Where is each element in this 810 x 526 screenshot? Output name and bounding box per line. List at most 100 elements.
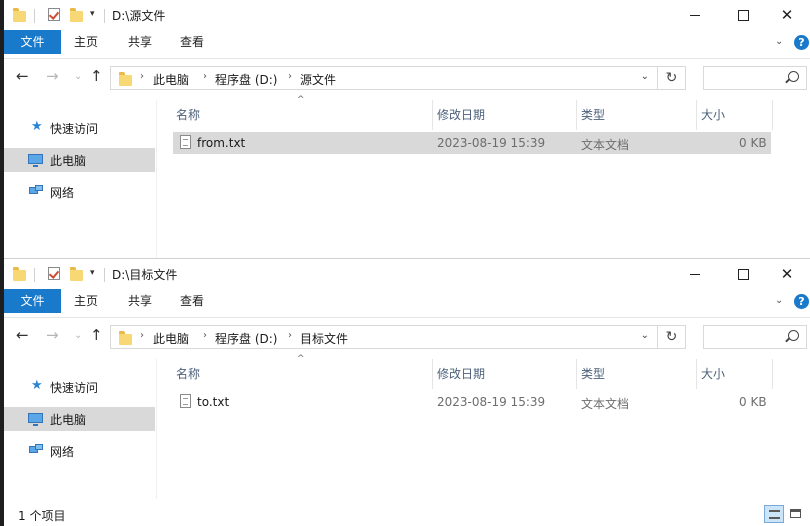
back-arrow-icon[interactable]: ← (16, 326, 29, 344)
folder-icon (119, 72, 132, 86)
tab-file[interactable]: 文件 (4, 289, 61, 313)
breadcrumb-drive[interactable]: 程序盘 (D:) (215, 330, 277, 347)
breadcrumb-drive[interactable]: 程序盘 (D:) (215, 71, 277, 88)
recent-locations-icon[interactable]: ⌄ (74, 330, 82, 341)
navigation-bar: ← → ⌄ ↑ › 此电脑 › 程序盘 (D:) › 目标文件 ⌄ ↻ (4, 317, 810, 360)
column-divider[interactable] (576, 100, 577, 130)
help-icon[interactable]: ? (794, 35, 809, 50)
column-divider[interactable] (772, 359, 773, 389)
tab-home[interactable]: 主页 (74, 30, 98, 54)
chevron-right-icon[interactable]: › (288, 330, 292, 341)
maximize-button[interactable] (720, 0, 766, 30)
chevron-right-icon[interactable]: › (140, 330, 144, 341)
new-folder-icon[interactable] (70, 8, 83, 22)
computer-icon (28, 154, 43, 167)
file-row[interactable]: from.txt 2023-08-19 15:39 文本文档 0 KB (173, 132, 771, 154)
search-box[interactable] (703, 325, 807, 349)
expand-ribbon-icon[interactable]: ⌄ (775, 36, 783, 47)
maximize-button[interactable] (720, 259, 766, 289)
breadcrumb-this-pc[interactable]: 此电脑 (153, 71, 189, 88)
tab-share[interactable]: 共享 (128, 30, 152, 54)
column-header-type[interactable]: 类型 (581, 365, 605, 382)
star-icon: ★ (31, 119, 43, 134)
text-file-icon (180, 135, 191, 149)
address-bar[interactable]: › 此电脑 › 程序盘 (D:) › 源文件 ⌄ (110, 66, 658, 90)
customize-quick-access-icon[interactable]: ▾ (90, 9, 95, 19)
nav-item-quick-access[interactable]: ★ 快速访问 (4, 375, 155, 399)
forward-arrow-icon[interactable]: → (46, 326, 59, 344)
refresh-button[interactable]: ↻ (658, 325, 686, 349)
search-box[interactable] (703, 66, 807, 90)
column-divider[interactable] (696, 100, 697, 130)
column-header-modified[interactable]: 修改日期 (437, 365, 485, 382)
chevron-right-icon[interactable]: › (288, 71, 292, 82)
tab-view[interactable]: 查看 (180, 30, 204, 54)
expand-ribbon-icon[interactable]: ⌄ (775, 295, 783, 306)
column-divider[interactable] (772, 100, 773, 130)
details-view-icon (769, 510, 780, 519)
nav-item-network[interactable]: 网络 (4, 439, 155, 463)
nav-item-network[interactable]: 网络 (4, 180, 155, 204)
file-list: ^ 名称 修改日期 类型 大小 to.txt 2023-08-19 15:39 … (156, 354, 810, 499)
tab-share[interactable]: 共享 (128, 289, 152, 313)
breadcrumb-current-folder[interactable]: 源文件 (300, 71, 336, 88)
sort-ascending-icon: ^ (297, 354, 305, 364)
column-header-name[interactable]: 名称 (176, 365, 200, 382)
new-folder-icon[interactable] (70, 267, 83, 281)
address-bar[interactable]: › 此电脑 › 程序盘 (D:) › 目标文件 ⌄ (110, 325, 658, 349)
column-header-name[interactable]: 名称 (176, 106, 200, 123)
window-title: D:\源文件 (112, 9, 166, 23)
column-header-type[interactable]: 类型 (581, 106, 605, 123)
file-size: 0 KB (739, 136, 767, 150)
nav-item-label: 此电脑 (50, 154, 87, 168)
divider (34, 9, 35, 23)
recent-locations-icon[interactable]: ⌄ (74, 71, 82, 82)
nav-item-label: 快速访问 (50, 122, 99, 136)
address-dropdown-icon[interactable]: ⌄ (641, 71, 649, 82)
file-type: 文本文档 (581, 397, 630, 411)
divider (104, 9, 105, 23)
column-divider[interactable] (432, 100, 433, 130)
navigation-pane: ★ 快速访问 此电脑 网络 (4, 100, 157, 258)
search-icon (788, 330, 799, 341)
explorer-window-target: ▾ D:\目标文件 ✕ 文件 主页 共享 查看 ⌄ ? ← → ⌄ ↑ › 此电… (4, 258, 810, 526)
text-file-icon (180, 394, 191, 408)
column-header-size[interactable]: 大小 (701, 365, 725, 382)
minimize-button[interactable] (672, 0, 718, 30)
file-row[interactable]: to.txt 2023-08-19 15:39 文本文档 0 KB (173, 391, 771, 413)
help-icon[interactable]: ? (794, 294, 809, 309)
nav-item-quick-access[interactable]: ★ 快速访问 (4, 116, 155, 140)
column-header-size[interactable]: 大小 (701, 106, 725, 123)
refresh-button[interactable]: ↻ (658, 66, 686, 90)
ribbon-tabs: 文件 主页 共享 查看 ⌄ ? (4, 30, 810, 54)
close-button[interactable]: ✕ (764, 0, 810, 30)
up-arrow-icon[interactable]: ↑ (90, 326, 103, 344)
address-dropdown-icon[interactable]: ⌄ (641, 330, 649, 341)
back-arrow-icon[interactable]: ← (16, 67, 29, 85)
nav-item-label: 快速访问 (50, 381, 99, 395)
file-name: from.txt (197, 136, 246, 150)
tab-view[interactable]: 查看 (180, 289, 204, 313)
column-header-modified[interactable]: 修改日期 (437, 106, 485, 123)
up-arrow-icon[interactable]: ↑ (90, 67, 103, 85)
chevron-right-icon[interactable]: › (140, 71, 144, 82)
close-button[interactable]: ✕ (764, 259, 810, 289)
chevron-right-icon[interactable]: › (203, 330, 207, 341)
tab-home[interactable]: 主页 (74, 289, 98, 313)
nav-item-this-pc[interactable]: 此电脑 (4, 148, 155, 172)
column-divider[interactable] (696, 359, 697, 389)
tab-file[interactable]: 文件 (4, 30, 61, 54)
chevron-right-icon[interactable]: › (203, 71, 207, 82)
properties-icon[interactable] (48, 267, 60, 280)
forward-arrow-icon[interactable]: → (46, 67, 59, 85)
large-icons-view-button[interactable] (786, 505, 806, 523)
breadcrumb-current-folder[interactable]: 目标文件 (300, 330, 348, 347)
properties-icon[interactable] (48, 8, 60, 21)
breadcrumb-this-pc[interactable]: 此电脑 (153, 330, 189, 347)
customize-quick-access-icon[interactable]: ▾ (90, 268, 95, 278)
details-view-button[interactable] (764, 505, 784, 523)
column-divider[interactable] (432, 359, 433, 389)
column-divider[interactable] (576, 359, 577, 389)
minimize-button[interactable] (672, 259, 718, 289)
nav-item-this-pc[interactable]: 此电脑 (4, 407, 155, 431)
